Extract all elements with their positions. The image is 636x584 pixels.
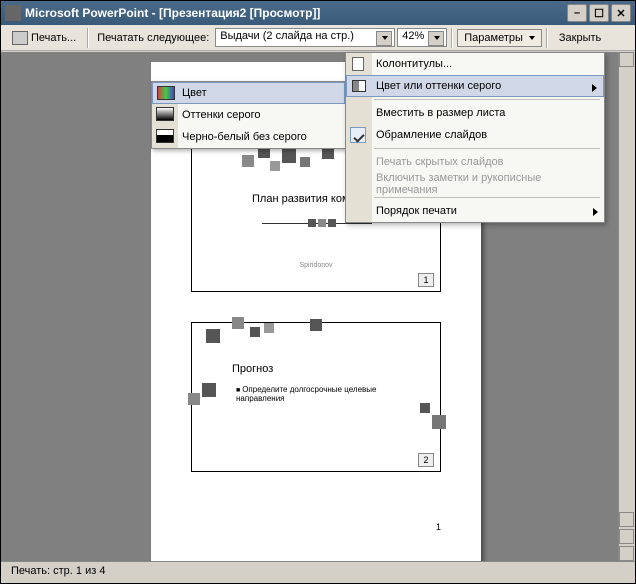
print-what-select[interactable]: Выдачи (2 слайда на стр.) bbox=[215, 28, 395, 47]
params-label: Параметры bbox=[464, 32, 523, 44]
mi-label: Порядок печати bbox=[376, 205, 457, 217]
mi-label: Цвет bbox=[182, 87, 207, 99]
zoom-select[interactable]: 42% bbox=[397, 28, 447, 47]
params-menu: Колонтитулы... Цвет или оттенки серого В… bbox=[345, 52, 605, 223]
mi-label: Обрамление слайдов bbox=[376, 129, 487, 141]
menu-item-headers-footers[interactable]: Колонтитулы... bbox=[346, 53, 604, 75]
slide1-number: 1 bbox=[418, 273, 434, 287]
slide2-title: Прогноз bbox=[232, 363, 273, 375]
titlebar-sep: - bbox=[148, 6, 159, 20]
slide2-body: Определите долгосрочные целевые направле… bbox=[236, 385, 386, 403]
scroll-pgup-button[interactable] bbox=[619, 512, 634, 527]
mi-label: Включить заметки и рукописные примечания bbox=[376, 172, 604, 196]
mi-label: Черно-белый без серого bbox=[182, 131, 307, 143]
menu-item-include-notes: Включить заметки и рукописные примечания bbox=[346, 173, 604, 195]
status-text: Печать: стр. 1 из 4 bbox=[11, 565, 105, 577]
menu-separator bbox=[374, 99, 600, 100]
menu-separator bbox=[374, 148, 600, 149]
check-icon bbox=[350, 127, 366, 143]
statusbar: Печать: стр. 1 из 4 bbox=[1, 561, 635, 583]
print-next-label: Печатать следующее: bbox=[93, 32, 213, 44]
params-button[interactable]: Параметры bbox=[457, 29, 542, 47]
print-what-value: Выдачи (2 слайда на стр.) bbox=[220, 30, 354, 42]
mi-label: Печать скрытых слайдов bbox=[376, 156, 504, 168]
vertical-scrollbar[interactable] bbox=[618, 52, 635, 561]
print-button[interactable]: Печать... bbox=[5, 28, 83, 48]
menu-separator bbox=[374, 197, 600, 198]
app-icon bbox=[5, 5, 21, 21]
print-preview-toolbar: Печать... Печатать следующее: Выдачи (2 … bbox=[1, 25, 635, 51]
slide1-footer: Spiridonov bbox=[299, 262, 332, 269]
color-icon bbox=[157, 86, 175, 100]
mi-label: Вместить в размер листа bbox=[376, 107, 505, 119]
color-contrast-icon bbox=[352, 80, 366, 92]
slide-thumb-2: Прогноз Определите долгосрочные целевые … bbox=[191, 322, 441, 472]
menu-item-fit-page[interactable]: Вместить в размер листа bbox=[346, 102, 604, 124]
toolbar-separator bbox=[87, 28, 89, 48]
maximize-button[interactable]: ☐ bbox=[589, 4, 609, 22]
print-label: Печать... bbox=[31, 32, 76, 44]
close-window-button[interactable]: ✕ bbox=[611, 4, 631, 22]
mi-label: Колонтитулы... bbox=[376, 58, 452, 70]
minimize-button[interactable]: – bbox=[567, 4, 587, 22]
scroll-up-button[interactable] bbox=[619, 52, 634, 67]
bw-icon bbox=[156, 129, 174, 143]
menu-item-print-order[interactable]: Порядок печати bbox=[346, 200, 604, 222]
submenu-arrow-icon bbox=[592, 84, 597, 92]
menu-item-grayscale[interactable]: Оттенки серого bbox=[152, 104, 345, 126]
menu-item-color[interactable]: Цвет bbox=[152, 82, 345, 104]
page-number: 1 bbox=[436, 522, 441, 532]
file-icon bbox=[352, 57, 364, 71]
titlebar-doc: [Презентация2 [Просмотр]] bbox=[159, 6, 320, 20]
app-window: Microsoft PowerPoint - [Презентация2 [Пр… bbox=[0, 0, 636, 584]
zoom-value: 42% bbox=[402, 30, 424, 42]
toolbar-separator bbox=[451, 28, 453, 48]
menu-item-print-hidden: Печать скрытых слайдов bbox=[346, 151, 604, 173]
menu-item-frame-slides[interactable]: Обрамление слайдов bbox=[346, 124, 604, 146]
scroll-down-button[interactable] bbox=[619, 546, 634, 561]
slide2-number: 2 bbox=[418, 453, 434, 467]
printer-icon bbox=[12, 31, 28, 45]
grayscale-icon bbox=[156, 107, 174, 121]
close-preview-label: Закрыть bbox=[559, 32, 601, 44]
menu-item-bw[interactable]: Черно-белый без серого bbox=[152, 126, 345, 148]
submenu-arrow-icon bbox=[593, 208, 598, 216]
titlebar: Microsoft PowerPoint - [Презентация2 [Пр… bbox=[1, 1, 635, 25]
menu-item-color-grayscale[interactable]: Цвет или оттенки серого bbox=[346, 75, 604, 97]
close-preview-button[interactable]: Закрыть bbox=[552, 29, 608, 47]
mi-label: Цвет или оттенки серого bbox=[376, 80, 501, 92]
chevron-down-icon bbox=[529, 36, 535, 40]
color-mode-submenu: Цвет Оттенки серого Черно-белый без серо… bbox=[151, 81, 346, 149]
scroll-pgdn-button[interactable] bbox=[619, 529, 634, 544]
toolbar-separator bbox=[546, 28, 548, 48]
mi-label: Оттенки серого bbox=[182, 109, 260, 121]
slide1-title: План развития ком bbox=[252, 193, 350, 205]
titlebar-app: Microsoft PowerPoint bbox=[25, 6, 148, 20]
